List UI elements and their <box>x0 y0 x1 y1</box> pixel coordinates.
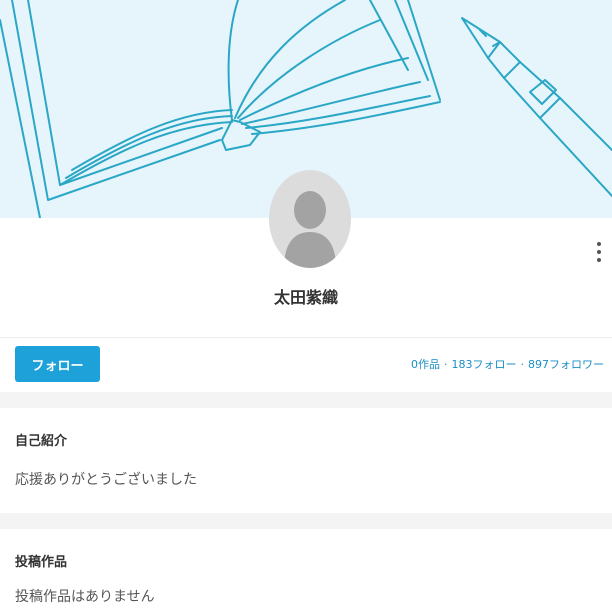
default-user-icon <box>284 191 336 268</box>
section-gap <box>0 392 612 408</box>
profile-stats: 0作品 · 183フォロー · 897フォロワー <box>411 356 604 372</box>
profile-name: 太田紫織 <box>273 288 338 307</box>
avatar[interactable] <box>269 170 351 268</box>
menu-dot <box>597 242 601 246</box>
followers-count-link[interactable]: 897フォロワー <box>528 358 604 371</box>
follow-button[interactable]: フォロー <box>15 346 100 382</box>
bio-title: 自己紹介 <box>15 434 68 449</box>
menu-dot <box>597 258 601 262</box>
posts-empty-text: 投稿作品はありません <box>15 589 155 605</box>
posts-title: 投稿作品 <box>15 555 68 570</box>
more-vertical-icon[interactable] <box>588 238 610 268</box>
menu-dot <box>597 250 601 254</box>
divider <box>0 337 612 338</box>
bio-text: 応援ありがとうございました <box>15 472 197 488</box>
following-count-link[interactable]: 183フォロー <box>452 358 517 371</box>
works-count-link[interactable]: 0作品 <box>411 358 440 371</box>
section-gap <box>0 513 612 529</box>
stats-separator: · <box>444 358 448 371</box>
stats-separator: · <box>520 358 525 371</box>
